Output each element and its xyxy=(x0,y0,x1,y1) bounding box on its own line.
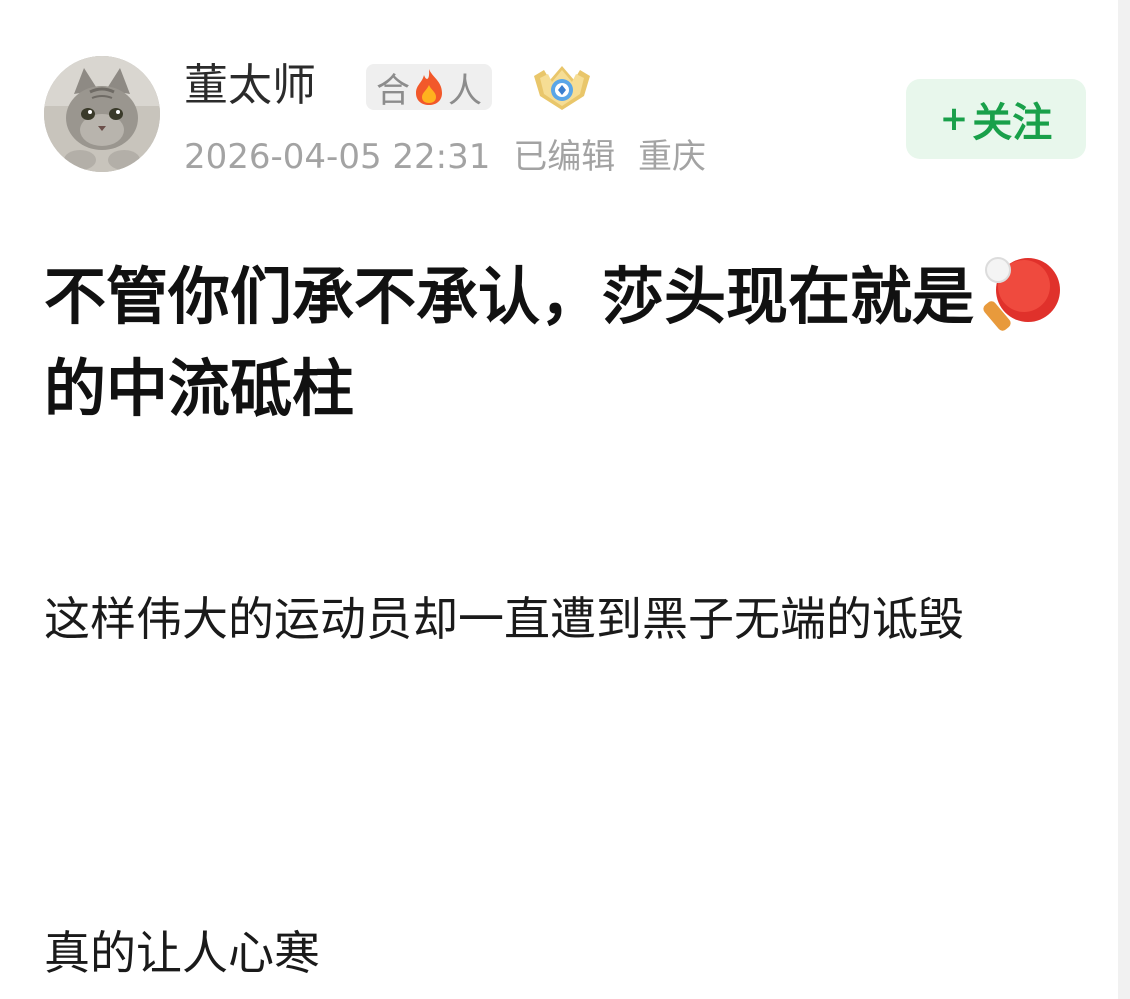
table-tennis-paddle-icon xyxy=(976,250,1066,332)
author-avatar[interactable] xyxy=(44,56,160,172)
badge-text-right: 人 xyxy=(448,70,482,111)
follow-button[interactable]: + 关注 xyxy=(906,79,1086,159)
medal-icon xyxy=(530,62,594,114)
post-location: 重庆 xyxy=(638,137,707,177)
badge-text-left: 合 xyxy=(376,70,410,111)
post-timestamp: 2026-04-05 22:31 xyxy=(184,137,491,177)
fan-badge: 合 人 xyxy=(366,64,492,111)
post-title-text-1: 不管你们承不承认，莎头现在就是 xyxy=(44,260,975,333)
post-title: 不管你们承不承认，莎头现在就是 的中流砥柱 xyxy=(44,250,1104,435)
post-title-text-2: 的中流砥柱 xyxy=(44,352,355,425)
post-page: 董太师 合 人 2026-04-05 22:31 已编辑 重庆 + 关注 不管你… xyxy=(0,0,1130,999)
scrollbar-track[interactable] xyxy=(1118,0,1130,999)
plus-icon: + xyxy=(939,99,969,139)
follow-button-label: 关注 xyxy=(972,100,1053,146)
post-paragraph: 真的让人心寒 xyxy=(44,926,320,980)
post-paragraph: 这样伟大的运动员却一直遭到黑子无端的诋毁 xyxy=(44,592,964,646)
author-name[interactable]: 董太师 xyxy=(184,58,316,114)
fire-icon xyxy=(412,67,446,107)
post-edited-label: 已编辑 xyxy=(513,137,616,177)
cat-avatar-icon xyxy=(44,56,160,172)
post-meta: 2026-04-05 22:31 已编辑 重庆 xyxy=(184,134,718,180)
